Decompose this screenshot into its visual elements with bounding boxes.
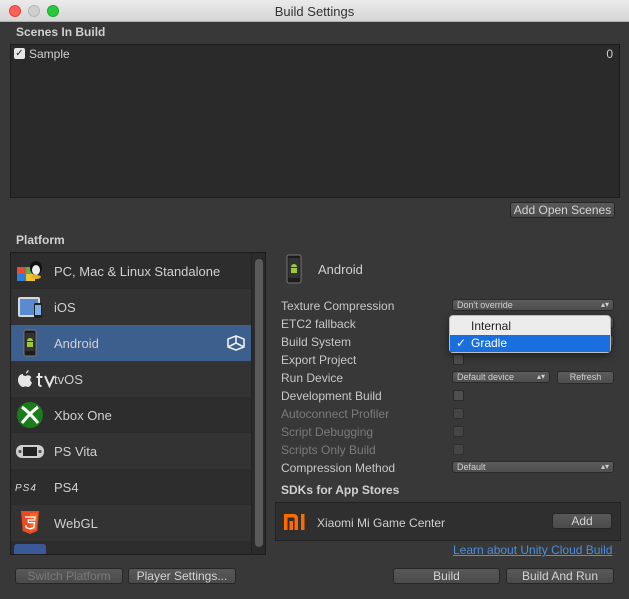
settings-platform-title: Android (318, 262, 363, 277)
autoconnect-profiler-checkbox (453, 408, 464, 419)
scene-index: 0 (606, 47, 613, 61)
scene-name: Sample (29, 47, 70, 61)
platform-item-webgl[interactable]: WebGL (11, 505, 251, 541)
compression-method-dropdown[interactable]: Default ▴▾ (452, 461, 614, 473)
platform-item-psvita[interactable]: PS Vita (11, 433, 251, 469)
script-debugging-label: Script Debugging (281, 425, 374, 439)
platform-label: PS Vita (54, 444, 98, 459)
build-system-menu[interactable]: Internal ✓ Gradle (449, 315, 611, 353)
platform-label: Xbox One (54, 408, 112, 423)
scripts-only-build-label: Scripts Only Build (281, 443, 376, 457)
platform-item-partial[interactable] (11, 541, 251, 554)
platform-item-android[interactable]: Android (11, 325, 251, 361)
updown-arrows-icon: ▴▾ (536, 372, 545, 381)
sdk-name: Xiaomi Mi Game Center (317, 516, 446, 530)
menu-item-label: Internal (471, 319, 512, 333)
updown-arrows-icon: ▴▾ (600, 300, 609, 309)
platform-item-tvos[interactable]: tvOS (11, 361, 251, 397)
player-settings-button[interactable]: Player Settings... (128, 568, 236, 584)
autoconnect-profiler-label: Autoconnect Profiler (281, 407, 390, 421)
xbox-icon (17, 402, 43, 428)
scenes-header: Scenes In Build (16, 25, 106, 39)
xiaomi-mi-icon (284, 514, 305, 530)
run-device-label: Run Device (281, 371, 344, 385)
switch-platform-button[interactable]: Switch Platform (15, 568, 123, 584)
svg-text:PS4: PS4 (15, 483, 37, 494)
platform-label: PC, Mac & Linux Standalone (54, 264, 221, 279)
platform-list[interactable]: PC, Mac & Linux Standalone iOS Android t… (10, 252, 266, 555)
scripts-only-build-checkbox (453, 444, 464, 455)
cloud-build-link[interactable]: Learn about Unity Cloud Build (453, 543, 612, 557)
scene-row[interactable]: ✓ Sample 0 (14, 47, 613, 63)
add-sdk-button[interactable]: Add (552, 513, 612, 529)
platform-label: PS4 (54, 480, 79, 495)
menu-item-internal[interactable]: Internal (450, 318, 610, 335)
ps4-icon: PS4 (15, 483, 37, 494)
scene-checkbox[interactable]: ✓ (14, 48, 25, 59)
refresh-button[interactable]: Refresh (557, 371, 614, 384)
menu-item-label: Gradle (471, 336, 508, 350)
platform-label: Android (54, 336, 99, 351)
android-device-icon (286, 254, 302, 284)
unity-logo-icon (227, 335, 245, 351)
script-debugging-checkbox (453, 426, 464, 437)
menu-item-gradle[interactable]: ✓ Gradle (450, 335, 610, 352)
platform-scroll-thumb[interactable] (255, 259, 263, 547)
platform-header: Platform (16, 233, 65, 247)
development-build-checkbox[interactable] (453, 390, 464, 401)
run-device-dropdown[interactable]: Default device ▴▾ (452, 371, 550, 383)
pc-mac-linux-icon (17, 261, 42, 281)
build-button[interactable]: Build (393, 568, 500, 584)
build-and-run-button[interactable]: Build And Run (506, 568, 614, 584)
add-open-scenes-button[interactable]: Add Open Scenes (510, 202, 615, 218)
etc2-fallback-label: ETC2 fallback (281, 317, 356, 331)
title-bar: Build Settings (0, 0, 629, 22)
psvita-icon (16, 445, 44, 458)
build-system-label: Build System (281, 335, 352, 349)
export-project-checkbox[interactable] (453, 354, 464, 365)
platform-item-standalone[interactable]: PC, Mac & Linux Standalone (11, 253, 251, 289)
run-device-value: Default device (457, 372, 515, 382)
development-build-label: Development Build (281, 389, 382, 403)
updown-arrows-icon: ▴▾ (600, 462, 609, 471)
platform-label: tvOS (54, 372, 83, 387)
html5-icon (21, 511, 39, 534)
compression-method-value: Default (457, 462, 486, 472)
compression-method-label: Compression Method (281, 461, 396, 475)
checkmark-icon: ✓ (456, 336, 467, 350)
texture-compression-label: Texture Compression (281, 299, 395, 313)
sdk-row: Xiaomi Mi Game Center Add (275, 502, 621, 541)
platform-settings-panel: Android Texture Compression Don't overri… (275, 250, 625, 560)
android-icon (23, 329, 37, 357)
scenes-list[interactable]: ✓ Sample 0 (10, 44, 620, 198)
platform-item-ios[interactable]: iOS (11, 289, 251, 325)
sdk-header: SDKs for App Stores (281, 483, 400, 497)
window-title: Build Settings (274, 4, 355, 19)
ios-icon (18, 297, 42, 318)
platform-item-xbox[interactable]: Xbox One (11, 397, 251, 433)
export-project-label: Export Project (281, 353, 357, 367)
texture-compression-dropdown[interactable]: Don't override ▴▾ (452, 299, 614, 311)
platform-item-ps4[interactable]: PS4 PS4 (11, 469, 251, 505)
platform-label: WebGL (54, 516, 98, 531)
texture-compression-value: Don't override (457, 300, 513, 310)
facebook-icon (14, 544, 46, 554)
platform-label: iOS (54, 300, 76, 315)
platform-scrollbar[interactable] (251, 253, 265, 554)
